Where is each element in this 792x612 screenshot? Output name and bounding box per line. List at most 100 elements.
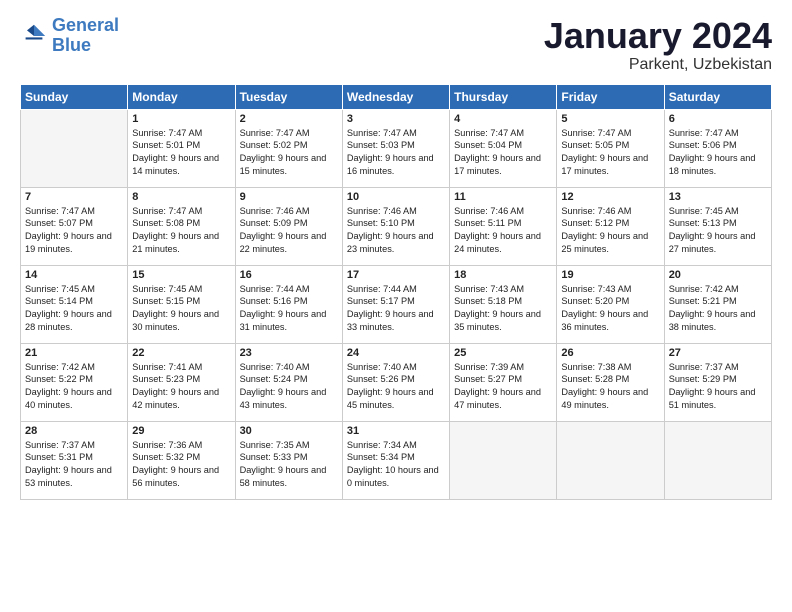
daylight-label: Daylight: 9 hours and 49 minutes. <box>561 387 648 410</box>
day-info: Sunrise: 7:37 AMSunset: 5:29 PMDaylight:… <box>669 361 767 413</box>
title-block: January 2024 Parkent, Uzbekistan <box>544 16 772 74</box>
sunrise-label: Sunrise: 7:47 AM <box>132 206 202 216</box>
daylight-label: Daylight: 9 hours and 16 minutes. <box>347 153 434 176</box>
calendar-cell: 25Sunrise: 7:39 AMSunset: 5:27 PMDayligh… <box>450 343 557 421</box>
day-info: Sunrise: 7:47 AMSunset: 5:01 PMDaylight:… <box>132 127 230 179</box>
calendar-cell <box>450 421 557 499</box>
calendar-cell: 26Sunrise: 7:38 AMSunset: 5:28 PMDayligh… <box>557 343 664 421</box>
day-number: 7 <box>25 191 123 203</box>
calendar-cell: 19Sunrise: 7:43 AMSunset: 5:20 PMDayligh… <box>557 265 664 343</box>
sunset-label: Sunset: 5:11 PM <box>454 218 521 228</box>
calendar-cell: 9Sunrise: 7:46 AMSunset: 5:09 PMDaylight… <box>235 187 342 265</box>
header-thursday: Thursday <box>450 84 557 109</box>
calendar-cell <box>557 421 664 499</box>
day-number: 20 <box>669 269 767 281</box>
day-number: 30 <box>240 425 338 437</box>
day-number: 31 <box>347 425 445 437</box>
daylight-label: Daylight: 9 hours and 25 minutes. <box>561 231 648 254</box>
daylight-label: Daylight: 9 hours and 38 minutes. <box>669 309 756 332</box>
day-number: 4 <box>454 113 552 125</box>
sunrise-label: Sunrise: 7:40 AM <box>347 362 417 372</box>
sunrise-label: Sunrise: 7:41 AM <box>132 362 202 372</box>
day-number: 19 <box>561 269 659 281</box>
day-number: 23 <box>240 347 338 359</box>
sunrise-label: Sunrise: 7:47 AM <box>240 128 310 138</box>
sunset-label: Sunset: 5:10 PM <box>347 218 415 228</box>
day-info: Sunrise: 7:43 AMSunset: 5:18 PMDaylight:… <box>454 283 552 335</box>
header-saturday: Saturday <box>664 84 771 109</box>
sunset-label: Sunset: 5:18 PM <box>454 296 522 306</box>
day-info: Sunrise: 7:45 AMSunset: 5:15 PMDaylight:… <box>132 283 230 335</box>
calendar-week-4: 21Sunrise: 7:42 AMSunset: 5:22 PMDayligh… <box>21 343 772 421</box>
day-info: Sunrise: 7:46 AMSunset: 5:10 PMDaylight:… <box>347 205 445 257</box>
day-info: Sunrise: 7:35 AMSunset: 5:33 PMDaylight:… <box>240 439 338 491</box>
calendar-cell: 3 Sunrise: 7:47 AMSunset: 5:03 PMDaylight… <box>342 109 449 187</box>
day-number: 25 <box>454 347 552 359</box>
daylight-label: Daylight: 9 hours and 42 minutes. <box>132 387 219 410</box>
sunrise-label: Sunrise: 7:39 AM <box>454 362 524 372</box>
day-number: 16 <box>240 269 338 281</box>
sunset-label: Sunset: 5:15 PM <box>132 296 200 306</box>
day-info: Sunrise: 7:47 AM Sunset: 5:04 PM Daylight:… <box>454 127 552 179</box>
sunrise-label: Sunrise: 7:47 AM <box>454 128 524 138</box>
header-tuesday: Tuesday <box>235 84 342 109</box>
day-number: 9 <box>240 191 338 203</box>
daylight-label: Daylight: 9 hours and 21 minutes. <box>132 231 219 254</box>
calendar-table: SundayMondayTuesdayWednesdayThursdayFrid… <box>20 84 772 500</box>
daylight-label: Daylight: 9 hours and 58 minutes. <box>240 465 327 488</box>
calendar-cell <box>21 109 128 187</box>
sunset-label: Sunset: 5:06 PM <box>669 140 737 150</box>
day-number: 29 <box>132 425 230 437</box>
calendar-header-row: SundayMondayTuesdayWednesdayThursdayFrid… <box>21 84 772 109</box>
calendar-cell: 7Sunrise: 7:47 AMSunset: 5:07 PMDaylight… <box>21 187 128 265</box>
day-number: 3 <box>347 113 445 125</box>
sunrise-label: Sunrise: 7:38 AM <box>561 362 631 372</box>
sunset-label: Sunset: 5:09 PM <box>240 218 308 228</box>
day-info: Sunrise: 7:46 AM Sunset: 5:12 PM Daylight:… <box>561 205 659 257</box>
sunrise-label: Sunrise: 7:46 AM <box>561 206 631 216</box>
daylight-label: Daylight: 9 hours and 56 minutes. <box>132 465 219 488</box>
sunset-label: Sunset: 5:08 PM <box>132 218 200 228</box>
day-info: Sunrise: 7:47 AMSunset: 5:02 PMDaylight:… <box>240 127 338 179</box>
logo-general: General <box>52 15 119 35</box>
calendar-cell: 21Sunrise: 7:42 AMSunset: 5:22 PMDayligh… <box>21 343 128 421</box>
sunrise-label: Sunrise: 7:43 AM <box>454 284 524 294</box>
calendar-cell: 2Sunrise: 7:47 AMSunset: 5:02 PMDaylight… <box>235 109 342 187</box>
day-info: Sunrise: 7:36 AMSunset: 5:32 PMDaylight:… <box>132 439 230 491</box>
day-number: 11 <box>454 191 552 203</box>
day-info: Sunrise: 7:47 AMSunset: 5:03 PMDaylight:… <box>347 127 445 179</box>
sunset-label: Sunset: 5:04 PM <box>454 140 522 150</box>
sunrise-label: Sunrise: 7:35 AM <box>240 440 310 450</box>
page-container: General Blue January 2024 Parkent, Uzbek… <box>0 0 792 510</box>
sunrise-label: Sunrise: 7:46 AM <box>240 206 310 216</box>
calendar-week-1: 1 Sunrise: 7:47 AMSunset: 5:01 PMDaylight… <box>21 109 772 187</box>
sunset-label: Sunset: 5:32 PM <box>132 452 200 462</box>
day-info: Sunrise: 7:47 AM Sunset: 5:08 PM Daylight:… <box>132 205 230 257</box>
daylight-label: Daylight: 9 hours and 17 minutes. <box>454 153 541 176</box>
sunrise-label: Sunrise: 7:37 AM <box>669 362 739 372</box>
daylight-label: Daylight: 9 hours and 33 minutes. <box>347 309 434 332</box>
calendar-cell: 17Sunrise: 7:44 AMSunset: 5:17 PMDayligh… <box>342 265 449 343</box>
sunrise-label: Sunrise: 7:42 AM <box>669 284 739 294</box>
day-info: Sunrise: 7:44 AMSunset: 5:16 PMDaylight:… <box>240 283 338 335</box>
day-number: 8 <box>132 191 230 203</box>
calendar-cell: 24Sunrise: 7:40 AMSunset: 5:26 PMDayligh… <box>342 343 449 421</box>
sunset-label: Sunset: 5:22 PM <box>25 374 93 384</box>
sunset-label: Sunset: 5:12 PM <box>561 218 629 228</box>
calendar-cell: 18Sunrise: 7:43 AMSunset: 5:18 PMDayligh… <box>450 265 557 343</box>
sunrise-label: Sunrise: 7:46 AM <box>454 206 524 216</box>
sunset-label: Sunset: 5:34 PM <box>347 452 415 462</box>
sunset-label: Sunset: 5:24 PM <box>240 374 308 384</box>
daylight-label: Daylight: 9 hours and 40 minutes. <box>25 387 112 410</box>
day-number: 22 <box>132 347 230 359</box>
day-info: Sunrise: 7:44 AMSunset: 5:17 PMDaylight:… <box>347 283 445 335</box>
sunset-label: Sunset: 5:31 PM <box>25 452 93 462</box>
day-number: 1 <box>132 113 230 125</box>
calendar-cell <box>664 421 771 499</box>
day-info: Sunrise: 7:37 AMSunset: 5:31 PMDaylight:… <box>25 439 123 491</box>
day-number: 28 <box>25 425 123 437</box>
sunrise-label: Sunrise: 7:34 AM <box>347 440 417 450</box>
calendar-cell: 31Sunrise: 7:34 AMSunset: 5:34 PMDayligh… <box>342 421 449 499</box>
day-number: 5 <box>561 113 659 125</box>
day-info: Sunrise: 7:47 AMSunset: 5:06 PMDaylight:… <box>669 127 767 179</box>
